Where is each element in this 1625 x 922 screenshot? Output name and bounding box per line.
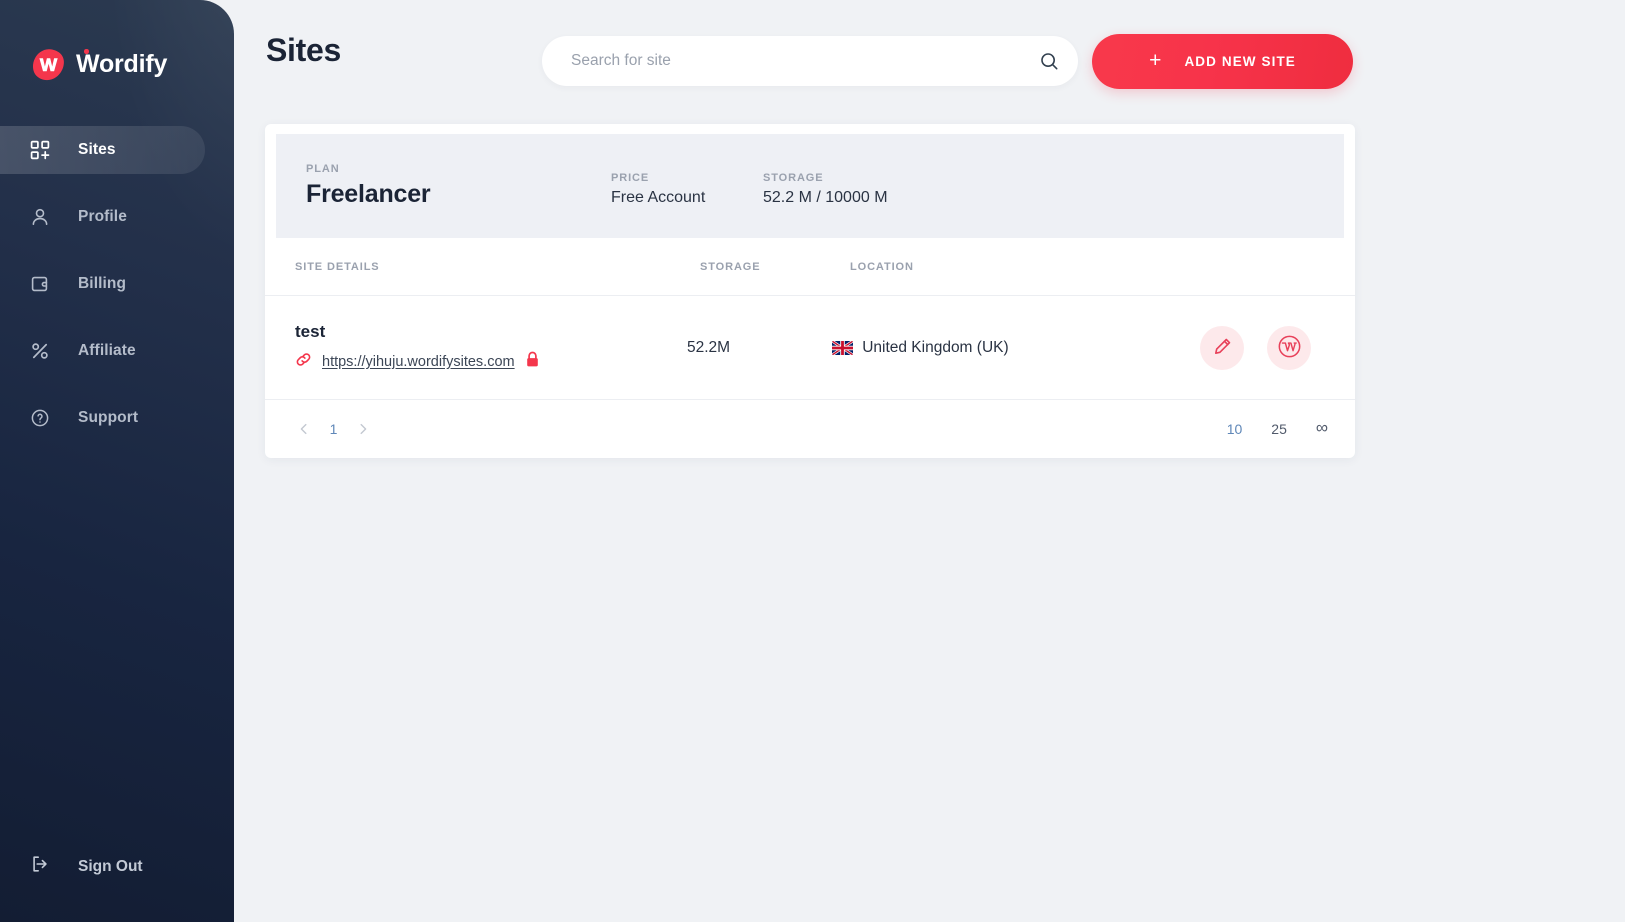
table-header: SITE DETAILS STORAGE LOCATION xyxy=(265,238,1355,296)
sidebar-item-label: Support xyxy=(78,409,139,426)
brand-logo[interactable]: Wordify xyxy=(32,48,167,81)
sidebar-item-label: Profile xyxy=(78,208,127,225)
sidebar-item-profile[interactable]: Profile xyxy=(0,193,234,241)
price-value: Free Account xyxy=(611,188,706,206)
price-label: PRICE xyxy=(611,171,650,184)
sites-card: PLAN Freelancer PRICE Free Account STORA… xyxy=(265,124,1355,458)
site-name: test xyxy=(295,322,326,341)
sign-out-button[interactable]: Sign Out xyxy=(30,854,143,879)
logout-icon xyxy=(30,854,50,879)
pagination-prev-button[interactable] xyxy=(295,420,313,438)
price-column: PRICE Free Account xyxy=(611,166,763,207)
row-actions xyxy=(1200,325,1325,370)
edit-site-button[interactable] xyxy=(1200,325,1244,370)
site-location-label: United Kingdom (UK) xyxy=(862,338,1009,356)
plan-column: PLAN Freelancer xyxy=(306,163,611,209)
column-header-location: LOCATION xyxy=(850,260,914,273)
plan-summary-bar: PLAN Freelancer PRICE Free Account STORA… xyxy=(276,134,1344,238)
add-new-site-button[interactable]: + ADD NEW SITE xyxy=(1092,34,1353,89)
pagination-next-button[interactable] xyxy=(354,420,372,438)
sidebar-item-label: Billing xyxy=(78,275,127,292)
storage-label: STORAGE xyxy=(763,171,824,184)
search-input[interactable] xyxy=(571,36,1026,86)
sidebar-item-affiliate[interactable]: Affiliate xyxy=(0,327,234,375)
column-header-site-details: SITE DETAILS xyxy=(295,260,380,273)
percent-icon xyxy=(30,341,50,361)
pagination: 1 10 25 ∞ xyxy=(265,400,1355,458)
page-size-all[interactable]: ∞ xyxy=(1316,418,1328,438)
question-circle-icon xyxy=(30,408,50,428)
logo-accent-dot xyxy=(84,49,89,54)
sidebar-item-label: Affiliate xyxy=(78,342,136,359)
wallet-icon xyxy=(30,274,50,294)
page-size-10[interactable]: 10 xyxy=(1227,421,1243,437)
pagination-page-1[interactable]: 1 xyxy=(329,421,338,437)
site-url-line: https://yihuju.wordifysites.com xyxy=(295,351,687,373)
column-header-storage: STORAGE xyxy=(700,260,761,273)
site-location-cell: United Kingdom (UK) xyxy=(832,339,1200,357)
wordpress-admin-button[interactable] xyxy=(1267,325,1311,370)
user-icon xyxy=(30,207,50,227)
plan-value: Freelancer xyxy=(306,180,431,208)
wordify-w-logo-icon xyxy=(32,48,65,81)
pencil-icon xyxy=(1213,337,1232,359)
search-box[interactable] xyxy=(542,36,1078,86)
sidebar-item-billing[interactable]: Billing xyxy=(0,260,234,308)
add-new-site-label: ADD NEW SITE xyxy=(1184,54,1296,69)
search-icon[interactable] xyxy=(1026,36,1072,86)
sidebar-item-label: Sites xyxy=(78,141,116,158)
table-row: test https://yihuju.wordifysites.com 52.… xyxy=(265,296,1355,400)
wordpress-icon xyxy=(1278,335,1301,361)
sidebar-nav: Sites Profile Billing Affiliate Support xyxy=(0,126,234,461)
grid-plus-icon xyxy=(30,140,50,160)
sidebar-item-sites[interactable]: Sites xyxy=(0,126,205,174)
page-header: Sites + ADD NEW SITE xyxy=(234,0,1625,122)
site-storage-cell: 52.2M xyxy=(687,338,731,356)
sign-out-label: Sign Out xyxy=(78,857,143,875)
sidebar: Wordify Sites Profile Billing Affiliate … xyxy=(0,0,234,922)
uk-flag-icon xyxy=(832,340,854,355)
site-details-cell: test https://yihuju.wordifysites.com xyxy=(295,322,687,373)
storage-column: STORAGE 52.2 M / 10000 M xyxy=(763,166,888,207)
page-size-25[interactable]: 25 xyxy=(1271,421,1287,437)
sidebar-item-support[interactable]: Support xyxy=(0,394,234,442)
brand-name: Wordify xyxy=(76,50,168,78)
lock-icon xyxy=(525,351,540,373)
page-title: Sites xyxy=(266,32,341,68)
plan-label: PLAN xyxy=(306,163,340,175)
site-url-link[interactable]: https://yihuju.wordifysites.com xyxy=(322,354,515,370)
storage-value: 52.2 M / 10000 M xyxy=(763,188,888,206)
link-icon xyxy=(295,351,312,373)
